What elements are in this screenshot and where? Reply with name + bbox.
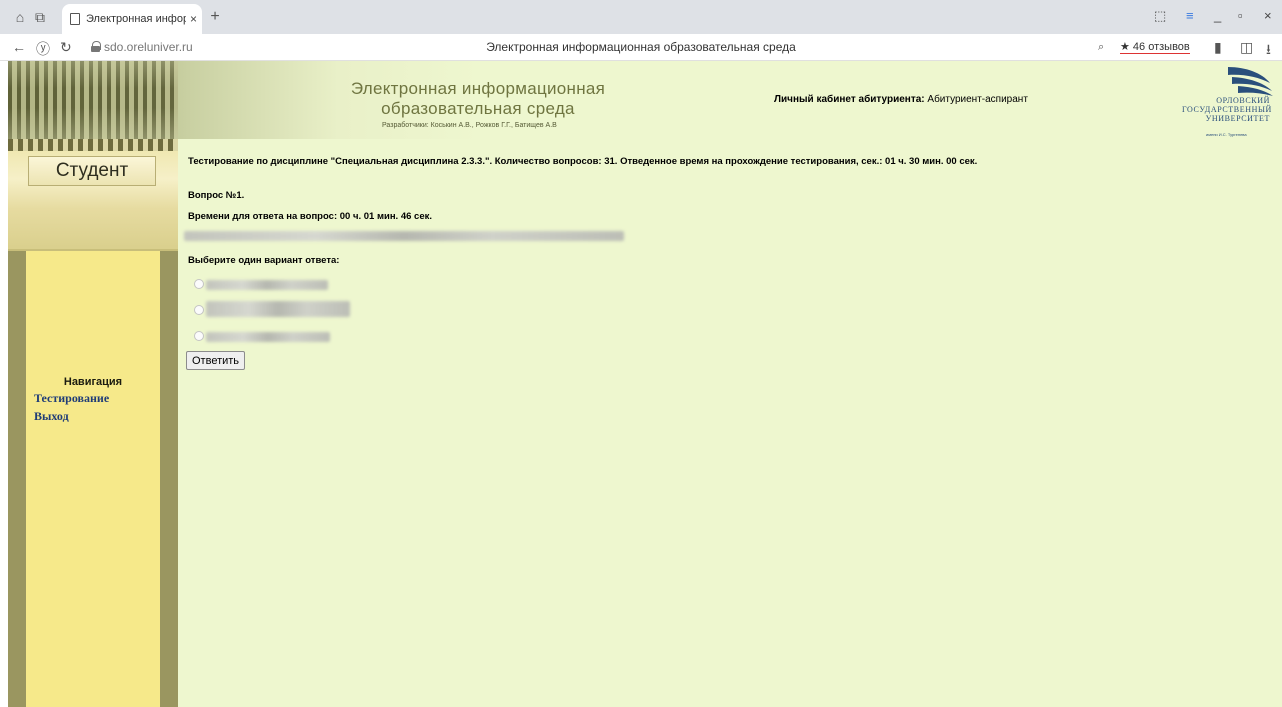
bookmark-icon[interactable]: ▮ (1214, 39, 1222, 56)
reload-icon[interactable]: ↻ (60, 39, 72, 56)
answer-text-3-blurred (206, 332, 330, 342)
choose-prompt: Выберите один вариант ответа: (188, 255, 340, 266)
logo-line2: ГОСУДАРСТВЕННЫЙ (1182, 105, 1272, 114)
answer-radio-2[interactable] (194, 305, 204, 315)
tab-title: Электронная информа (86, 13, 186, 25)
browser-tab[interactable]: Электронная информа × (62, 4, 202, 34)
nav-link-exit[interactable]: Выход (34, 409, 69, 424)
site-title-line2: образовательная среда (381, 99, 575, 118)
time-left: Времени для ответа на вопрос: 00 ч. 01 м… (188, 211, 433, 222)
minimize-icon[interactable]: _ (1214, 8, 1221, 23)
logo-line3: УНИВЕРСИТЕТ (1205, 114, 1270, 123)
tabs-menu-icon[interactable]: ≡ (1186, 8, 1194, 23)
test-header: Тестирование по дисциплине "Специальная … (188, 156, 978, 167)
site-title-line1: Электронная информационная (350, 79, 606, 98)
reviews-link[interactable]: ★ 46 отзывов (1120, 40, 1190, 54)
close-window-icon[interactable]: × (1264, 8, 1272, 23)
yandex-icon[interactable]: ⓨ (36, 39, 50, 59)
answer-button[interactable]: Ответить (186, 351, 246, 370)
answer-text-1-blurred (206, 280, 328, 290)
back-icon[interactable]: ← (12, 39, 26, 55)
logo-subtitle: имени И.С. Тургенева (1206, 132, 1247, 137)
logo-line1: ОРЛОВСКИЙ (1216, 96, 1270, 105)
answer-radio-3[interactable] (194, 331, 204, 341)
home-icon[interactable]: ⌂ (12, 9, 28, 25)
cabinet-label: Личный кабинет абитуриента: (774, 94, 925, 105)
site-header: Электронная информационная образовательн… (8, 61, 1282, 139)
developers-credit: Разработчики: Коськин А.В., Рожков Г.Г.,… (382, 122, 557, 129)
question-text-blurred (184, 231, 624, 241)
address-bar: ← ⓨ ↻ sdo.oreluniver.ru Электронная инфо… (0, 34, 1282, 61)
cabinet-info: Личный кабинет абитуриента: Абитуриент-а… (774, 94, 1028, 105)
cabinet-value: Абитуриент-аспирант (927, 94, 1028, 105)
lock-icon[interactable] (91, 41, 101, 52)
close-tab-icon[interactable]: × (190, 12, 197, 26)
page-title-display: Электронная информационная образовательн… (486, 40, 796, 54)
column-capital-image: Студент (8, 139, 178, 251)
role-label: Студент (28, 156, 156, 186)
downloads-icon[interactable]: ⭳ (1266, 39, 1271, 63)
sidebar: Студент Навигация Тестирование Выход (8, 139, 178, 707)
nav-heading: Навигация (63, 376, 123, 388)
colonnade-image (8, 61, 178, 139)
url-field[interactable]: sdo.oreluniver.ru (104, 40, 193, 54)
university-name: ОРЛОВСКИЙ ГОСУДАРСТВЕННЫЙ УНИВЕРСИТЕТ (1182, 96, 1272, 123)
browser-tab-bar: ⌂ ⧉ Электронная информа × + ⬚ ≡ _ ▫ × (0, 0, 1282, 34)
page: Электронная информационная образовательн… (8, 61, 1282, 707)
answer-text-2-blurred (206, 301, 350, 317)
nav-link-testing[interactable]: Тестирование (34, 391, 109, 406)
search-icon[interactable]: ⌕ (1098, 41, 1104, 54)
answer-radio-1[interactable] (194, 279, 204, 289)
account-icon[interactable]: ◫ (1240, 39, 1253, 56)
collections-icon[interactable]: ⧉ (32, 9, 48, 25)
extensions-icon[interactable]: ⬚ (1154, 8, 1166, 24)
site-title: Электронная информационная образовательн… (348, 79, 608, 119)
page-icon (70, 13, 80, 25)
restore-icon[interactable]: ▫ (1238, 8, 1243, 23)
question-number: Вопрос №1. (188, 190, 245, 201)
new-tab-button[interactable]: + (206, 8, 224, 26)
